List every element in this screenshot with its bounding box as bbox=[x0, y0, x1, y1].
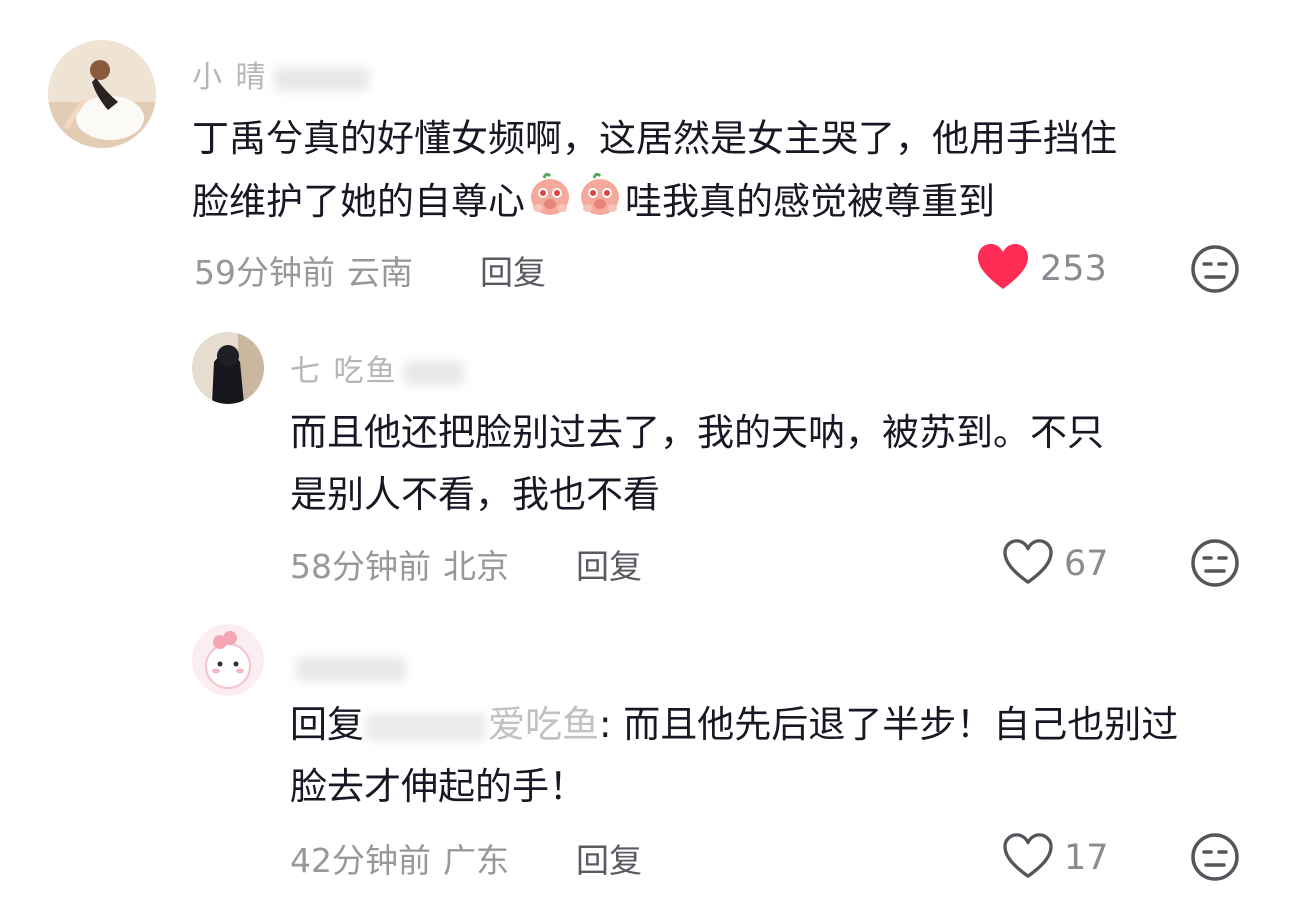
flushed-peach-emoji-icon bbox=[576, 170, 624, 237]
comment-meta: 58分钟前 北京 bbox=[290, 540, 521, 588]
heart-outline-icon bbox=[1002, 832, 1054, 884]
dislike-button[interactable] bbox=[1190, 832, 1240, 882]
like-count: 253 bbox=[1040, 249, 1107, 289]
like-button[interactable]: 67 bbox=[1002, 538, 1109, 590]
avatar[interactable] bbox=[192, 624, 264, 696]
username-redaction bbox=[403, 360, 464, 385]
reply-button[interactable]: 回复 bbox=[480, 246, 546, 294]
comment-username[interactable] bbox=[290, 650, 412, 685]
comment-username[interactable]: 七 吃鱼 bbox=[290, 346, 470, 390]
meh-face-icon bbox=[1190, 245, 1240, 298]
username-redaction bbox=[273, 66, 369, 91]
avatar-photo bbox=[192, 624, 264, 696]
heart-filled-icon bbox=[976, 242, 1030, 296]
username-redaction bbox=[296, 656, 406, 681]
mention-name[interactable]: 爱吃鱼 bbox=[488, 703, 599, 746]
comment-text: 回复 爱吃鱼: 而且他先后退了半步！自己也别过 脸去才伸起的手！ bbox=[290, 703, 1179, 808]
mention-redaction bbox=[366, 712, 486, 741]
comment-time: 59分钟前 bbox=[194, 253, 335, 292]
flushed-peach-emoji-icon bbox=[526, 170, 574, 237]
heart-outline-icon bbox=[1002, 538, 1054, 590]
comment-location: 北京 bbox=[443, 547, 509, 586]
comment-time: 58分钟前 bbox=[290, 547, 431, 586]
avatar-photo bbox=[192, 332, 264, 404]
like-count: 17 bbox=[1064, 838, 1109, 878]
comment-text: 丁禹兮真的好懂女频啊，这居然是女主哭了，他用手挡住 脸维护了她的自尊心 哇我真的感… bbox=[192, 108, 1262, 237]
comment-meta: 42分钟前 广东 bbox=[290, 834, 521, 882]
dislike-button[interactable] bbox=[1190, 538, 1240, 588]
dislike-button[interactable] bbox=[1190, 244, 1240, 294]
meh-face-icon bbox=[1190, 539, 1240, 592]
reply-button[interactable]: 回复 bbox=[576, 540, 642, 588]
avatar[interactable] bbox=[48, 40, 156, 148]
like-button[interactable]: 17 bbox=[1002, 832, 1109, 884]
comment-username[interactable]: 小 晴 bbox=[192, 52, 375, 96]
reply-button[interactable]: 回复 bbox=[576, 834, 642, 882]
like-count: 67 bbox=[1064, 544, 1109, 584]
avatar-photo bbox=[48, 40, 156, 148]
like-button[interactable]: 253 bbox=[976, 242, 1107, 296]
avatar[interactable] bbox=[192, 332, 264, 404]
comment-location: 云南 bbox=[347, 253, 413, 292]
comment-location: 广东 bbox=[443, 841, 509, 880]
meh-face-icon bbox=[1190, 833, 1240, 886]
comment-meta: 59分钟前 云南 bbox=[194, 246, 425, 294]
comment-time: 42分钟前 bbox=[290, 841, 431, 880]
comment-text: 而且他还把脸别过去了，我的天呐，被苏到。不只 是别人不看，我也不看 bbox=[290, 411, 1104, 516]
